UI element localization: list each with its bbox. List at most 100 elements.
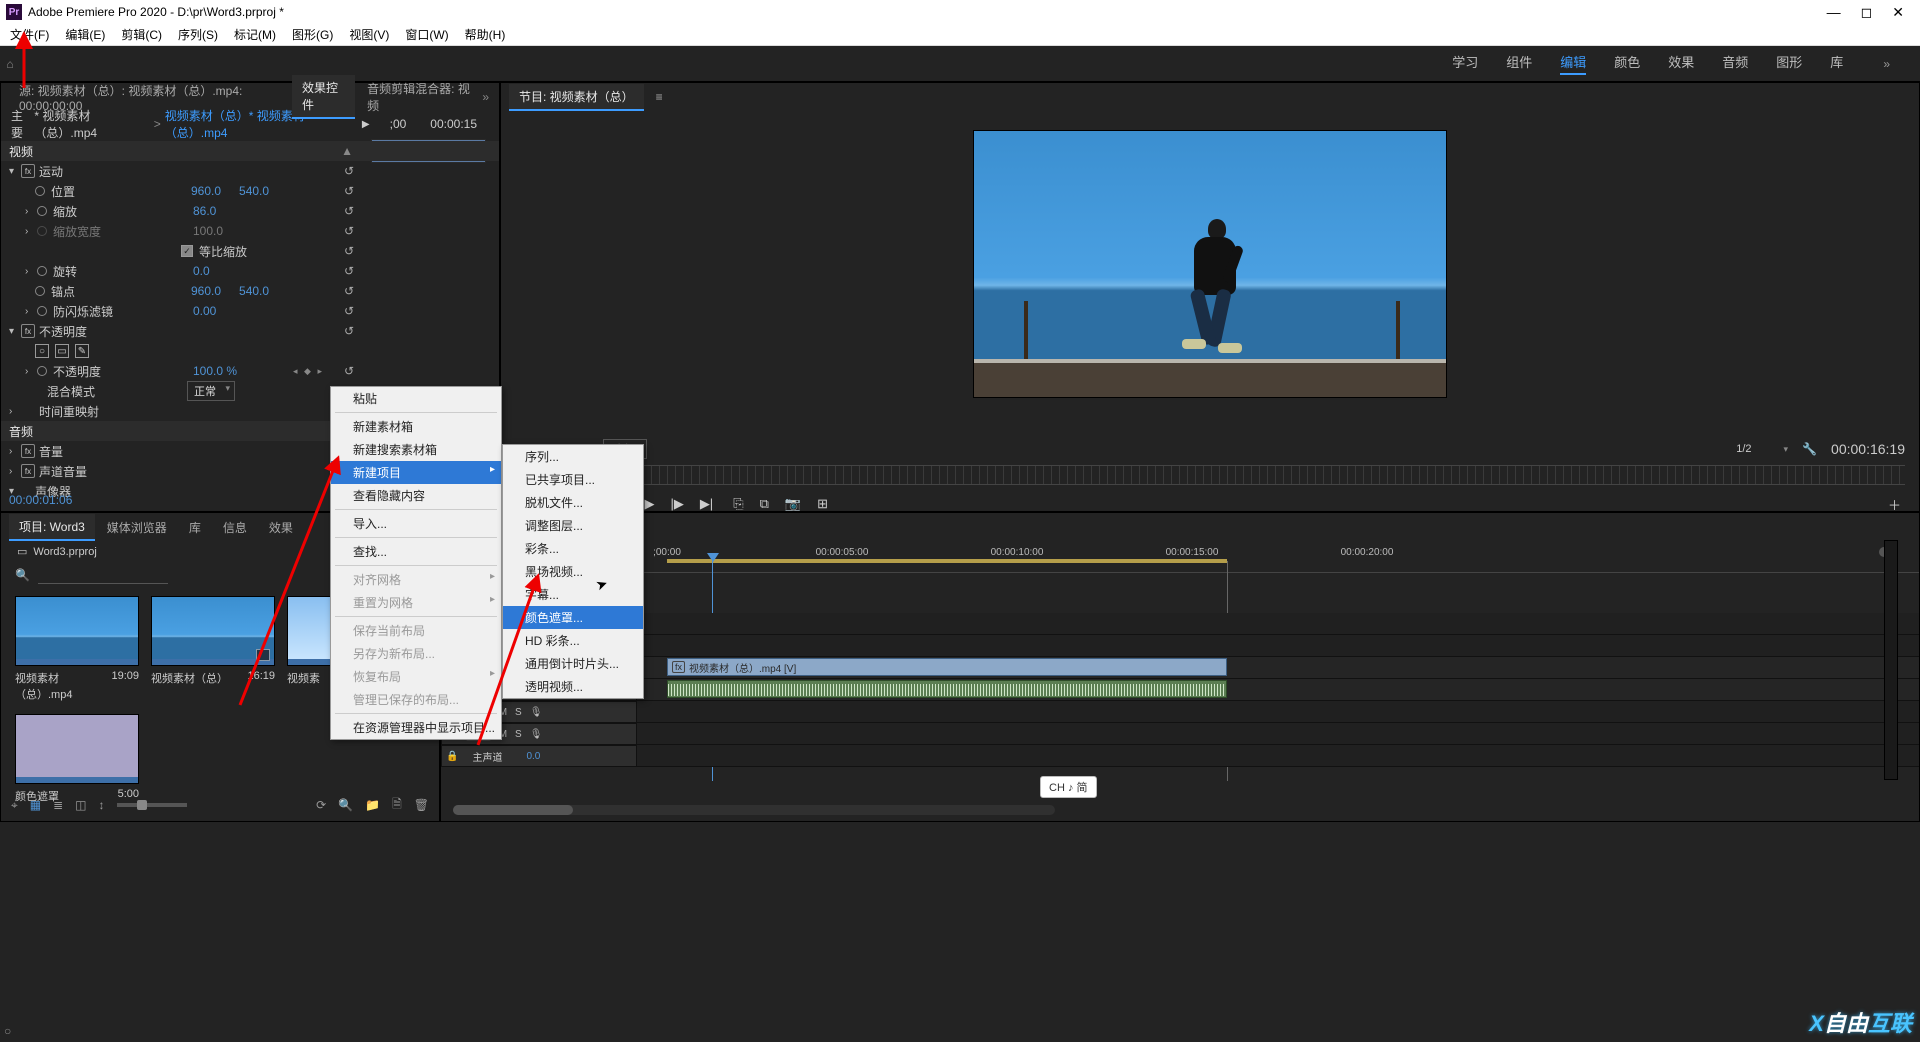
fx-rotation-v[interactable]: 0.0 <box>193 264 210 278</box>
menu-item[interactable]: 查找... <box>331 540 501 563</box>
fx-motion[interactable]: 运动 <box>39 163 159 180</box>
menu-item[interactable]: 透明视频... <box>503 675 643 698</box>
close-button[interactable]: ✕ <box>1892 4 1904 21</box>
maximize-button[interactable]: ◻ <box>1861 4 1873 21</box>
bin-icon[interactable]: ▭ <box>17 545 27 558</box>
menu-item[interactable]: 粘贴 <box>331 387 501 410</box>
wrench-icon[interactable]: 🔧 <box>1802 442 1817 456</box>
keyframe-nav-icon[interactable]: ◂ ◆ ▸ <box>293 366 324 377</box>
fx-uniform[interactable]: 等比缩放 <box>199 243 247 260</box>
workspace-learn[interactable]: 学习 <box>1452 52 1478 75</box>
reset-icon[interactable]: ↺ <box>344 244 354 258</box>
fx-icon[interactable]: fx <box>21 324 35 338</box>
fx-icon[interactable]: fx <box>21 164 35 178</box>
menu-window[interactable]: 窗口(W) <box>401 26 452 43</box>
reset-icon[interactable]: ↺ <box>344 264 354 278</box>
compare-icon[interactable]: ⊞ <box>817 496 828 512</box>
reset-icon[interactable]: ↺ <box>344 164 354 178</box>
reset-icon[interactable]: ↺ <box>344 224 354 238</box>
fx-opacity[interactable]: 不透明度 <box>39 323 159 340</box>
project-context-menu[interactable]: 粘贴新建素材箱新建搜索素材箱新建项目查看隐藏内容导入...查找...对齐网格重置… <box>330 386 502 740</box>
scrollbar-thumb[interactable] <box>453 805 573 815</box>
menu-file[interactable]: 文件(F) <box>6 26 53 43</box>
menu-graphics[interactable]: 图形(G) <box>288 26 337 43</box>
menu-item[interactable]: 已共享项目... <box>503 468 643 491</box>
menu-item[interactable]: 新建项目 <box>331 461 501 484</box>
workspace-effects[interactable]: 效果 <box>1668 52 1694 75</box>
tab-effect-controls[interactable]: 效果控件 <box>292 75 355 119</box>
program-panel-menu[interactable]: ≡ <box>652 86 667 108</box>
stopwatch-icon[interactable] <box>37 266 47 276</box>
menu-item[interactable]: HD 彩条... <box>503 629 643 652</box>
workspace-assembly[interactable]: 组件 <box>1506 52 1532 75</box>
step-forward-icon[interactable]: |▶ <box>670 496 683 512</box>
list-view-button[interactable]: ≣ <box>53 798 63 812</box>
fx-icon[interactable]: fx <box>21 444 35 458</box>
new-item-submenu[interactable]: 序列...已共享项目...脱机文件...调整图层...彩条...黑场视频...字… <box>502 444 644 699</box>
menu-item[interactable]: 新建搜索素材箱 <box>331 438 501 461</box>
fx-anchor-x[interactable]: 960.0 <box>191 284 221 298</box>
workspace-audio[interactable]: 音频 <box>1722 52 1748 75</box>
menu-view[interactable]: 视图(V) <box>345 26 393 43</box>
project-item[interactable]: 颜色遮罩5:00 <box>15 714 139 804</box>
reset-icon[interactable]: ↺ <box>344 204 354 218</box>
thumbnail-zoom-slider[interactable] <box>117 803 187 807</box>
icon-view-button[interactable]: ▦ <box>30 798 41 812</box>
new-bin-icon[interactable]: 📁 <box>365 798 380 812</box>
chevron-down-icon[interactable]: ▾ <box>1784 444 1789 455</box>
track-header-master[interactable]: 🔒主声道0.0 <box>441 745 637 767</box>
fx-volume[interactable]: 音量 <box>39 443 159 460</box>
fx-channel-volume[interactable]: 声道音量 <box>39 463 159 480</box>
audio-clip[interactable] <box>667 680 1227 698</box>
reset-icon[interactable]: ↺ <box>344 304 354 318</box>
reset-icon[interactable]: ↺ <box>344 184 354 198</box>
menu-item[interactable]: 黑场视频... <box>503 560 643 583</box>
fx-scale-v[interactable]: 86.0 <box>193 204 216 218</box>
track-a3[interactable] <box>637 723 1919 745</box>
timeline-scrollbar[interactable] <box>453 805 1055 815</box>
tab-program[interactable]: 节目: 视频素材（总） <box>509 84 644 111</box>
mask-rect-icon[interactable]: ▭ <box>55 344 69 358</box>
snapping-icon[interactable]: ⌖ <box>11 798 18 813</box>
checkbox-icon[interactable]: ✓ <box>181 245 193 257</box>
mic-icon[interactable]: 🎙 <box>530 729 543 740</box>
menu-item[interactable]: 导入... <box>331 512 501 535</box>
fx-opacity-v[interactable]: 100.0 % <box>193 364 237 378</box>
tab-project[interactable]: 项目: Word3 <box>9 514 95 541</box>
tab-media-browser[interactable]: 媒体浏览器 <box>97 515 177 540</box>
program-ruler[interactable] <box>515 465 1905 485</box>
stopwatch-icon[interactable] <box>37 206 47 216</box>
reset-icon[interactable]: ↺ <box>344 284 354 298</box>
workspace-editing[interactable]: 编辑 <box>1560 52 1586 75</box>
stopwatch-icon[interactable] <box>35 186 45 196</box>
new-item-icon[interactable]: 🗎 <box>392 795 402 816</box>
ime-indicator[interactable]: CH ♪ 简 <box>1040 776 1097 798</box>
track-v2[interactable] <box>637 635 1919 657</box>
tab-source[interactable]: 源: 视频素材（总）: 视频素材（总）.mp4: 00:00:00:00 <box>9 78 290 117</box>
freeform-view-button[interactable]: ◫ <box>75 798 86 812</box>
play-icon[interactable]: ▶ <box>644 496 654 512</box>
go-to-out-icon[interactable]: ▶| <box>700 496 713 512</box>
menubar[interactable]: 文件(F) 编辑(E) 剪辑(C) 序列(S) 标记(M) 图形(G) 视图(V… <box>0 24 1920 46</box>
menu-clip[interactable]: 剪辑(C) <box>117 26 166 43</box>
button-editor-icon[interactable]: ＋ <box>1888 495 1901 514</box>
track-a1[interactable] <box>637 679 1919 701</box>
menu-sequence[interactable]: 序列(S) <box>174 26 222 43</box>
track-v1[interactable]: fx视频素材（总）.mp4 [V] <box>637 657 1919 679</box>
project-breadcrumb[interactable]: Word3.prproj <box>33 546 96 558</box>
menu-item[interactable]: 查看隐藏内容 <box>331 484 501 507</box>
find-icon[interactable]: 🔍 <box>338 798 353 812</box>
work-area-bar[interactable] <box>667 559 1227 563</box>
menu-help[interactable]: 帮助(H) <box>461 26 510 43</box>
audio-meter[interactable] <box>1884 540 1898 780</box>
mask-pen-icon[interactable]: ✎ <box>75 344 89 358</box>
stopwatch-icon[interactable] <box>37 366 47 376</box>
workspace-graphics[interactable]: 图形 <box>1776 52 1802 75</box>
reset-icon[interactable]: ↺ <box>344 324 354 338</box>
fx-time-remap[interactable]: 时间重映射 <box>39 403 159 420</box>
menu-item[interactable]: 彩条... <box>503 537 643 560</box>
export-frame-icon[interactable]: 📷 <box>785 496 801 512</box>
panel-overflow-icon[interactable]: » <box>482 90 489 104</box>
home-icon[interactable]: ⌂ <box>0 57 20 71</box>
menu-item[interactable]: 新建素材箱 <box>331 415 501 438</box>
